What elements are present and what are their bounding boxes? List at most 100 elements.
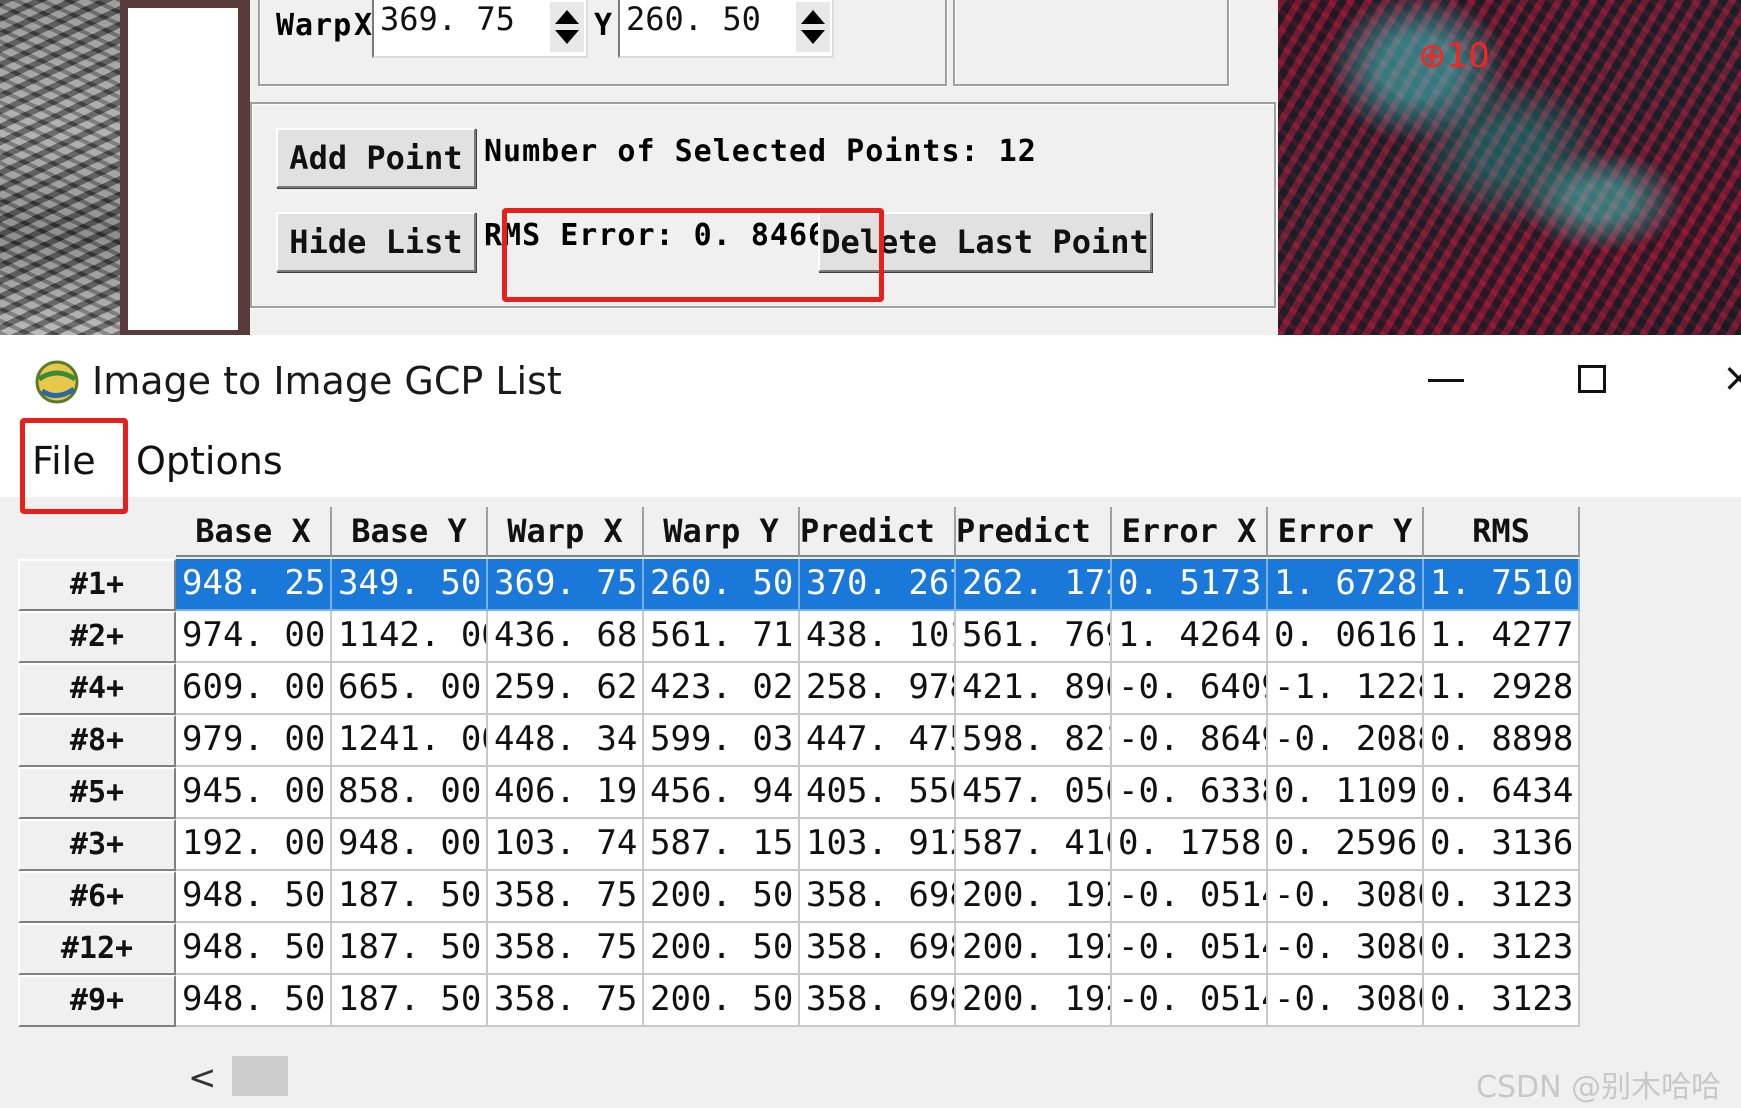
table-cell[interactable]: 358. 6986 — [800, 923, 956, 975]
table-cell[interactable]: 200. 1920 — [956, 871, 1112, 923]
table-cell[interactable]: 200. 50 — [644, 975, 800, 1027]
table-cell[interactable]: 1. 6728 — [1268, 559, 1424, 611]
table-cell[interactable]: -0. 3080 — [1268, 975, 1424, 1027]
row-header[interactable]: #2+ — [18, 611, 176, 663]
table-cell[interactable]: 200. 1920 — [956, 975, 1112, 1027]
table-cell[interactable]: 200. 50 — [644, 923, 800, 975]
table-cell[interactable]: 0. 6434 — [1424, 767, 1580, 819]
row-header[interactable]: #1+ — [18, 559, 176, 611]
table-cell[interactable]: 405. 5562 — [800, 767, 956, 819]
table-cell[interactable]: -0. 3080 — [1268, 871, 1424, 923]
table-cell[interactable]: 598. 8212 — [956, 715, 1112, 767]
table-cell[interactable]: 369. 75 — [488, 559, 644, 611]
table-cell[interactable]: 1. 4264 — [1112, 611, 1268, 663]
table-cell[interactable]: 948. 25 — [176, 559, 332, 611]
column-header[interactable]: Base Y — [332, 507, 488, 557]
table-cell[interactable]: -0. 0514 — [1112, 871, 1268, 923]
table-cell[interactable]: 948. 50 — [176, 923, 332, 975]
table-cell[interactable]: 0. 3123 — [1424, 923, 1580, 975]
table-cell[interactable]: 447. 4751 — [800, 715, 956, 767]
table-cell[interactable]: 948. 00 — [332, 819, 488, 871]
spin-up-icon[interactable] — [555, 10, 579, 24]
table-cell[interactable]: 1. 2928 — [1424, 663, 1580, 715]
spin-up-icon[interactable] — [801, 10, 825, 24]
table-cell[interactable]: 187. 50 — [332, 871, 488, 923]
table-cell[interactable]: 1241. 00 — [332, 715, 488, 767]
table-cell[interactable]: 665. 00 — [332, 663, 488, 715]
table-cell[interactable]: 948. 50 — [176, 871, 332, 923]
hide-list-button[interactable]: Hide List — [276, 212, 476, 272]
table-cell[interactable]: 456. 94 — [644, 767, 800, 819]
table-cell[interactable]: -0. 2088 — [1268, 715, 1424, 767]
row-header[interactable]: #5+ — [18, 767, 176, 819]
row-header[interactable]: #4+ — [18, 663, 176, 715]
spin-down-icon[interactable] — [555, 30, 579, 44]
table-cell[interactable]: 358. 75 — [488, 923, 644, 975]
column-header[interactable]: Predict Y — [956, 507, 1112, 557]
table-cell[interactable]: 1142. 00 — [332, 611, 488, 663]
warp-y-value[interactable]: 260. 50 — [626, 0, 761, 38]
table-cell[interactable]: 1. 4277 — [1424, 611, 1580, 663]
table-cell[interactable]: 260. 50 — [644, 559, 800, 611]
table-cell[interactable]: 0. 5173 — [1112, 559, 1268, 611]
table-cell[interactable]: 103. 9128 — [800, 819, 956, 871]
table-cell[interactable]: 421. 8962 — [956, 663, 1112, 715]
table-cell[interactable]: 103. 74 — [488, 819, 644, 871]
warp-x-spin-arrows[interactable] — [550, 2, 584, 52]
table-cell[interactable]: 358. 6986 — [800, 975, 956, 1027]
column-header[interactable]: Error Y — [1268, 507, 1424, 557]
table-cell[interactable]: 438. 1015 — [800, 611, 956, 663]
table-cell[interactable]: 187. 50 — [332, 975, 488, 1027]
row-header[interactable]: #12+ — [18, 923, 176, 975]
add-point-button[interactable]: Add Point — [276, 128, 476, 188]
table-cell[interactable]: 0. 3123 — [1424, 975, 1580, 1027]
table-cell[interactable]: 0. 1109 — [1268, 767, 1424, 819]
row-header[interactable]: #8+ — [18, 715, 176, 767]
table-cell[interactable]: 187. 50 — [332, 923, 488, 975]
table-cell[interactable]: 349. 50 — [332, 559, 488, 611]
scroll-left-icon[interactable]: < — [188, 1058, 217, 1098]
spin-down-icon[interactable] — [801, 30, 825, 44]
table-cell[interactable]: 259. 62 — [488, 663, 644, 715]
table-cell[interactable]: 561. 7692 — [956, 611, 1112, 663]
table-cell[interactable]: 609. 00 — [176, 663, 332, 715]
warp-x-value[interactable]: 369. 75 — [380, 0, 515, 38]
column-header[interactable]: Base X — [176, 507, 332, 557]
row-header[interactable]: #3+ — [18, 819, 176, 871]
column-header[interactable]: Error X — [1112, 507, 1268, 557]
table-cell[interactable]: 0. 0616 — [1268, 611, 1424, 663]
table-cell[interactable]: 370. 2673 — [800, 559, 956, 611]
warp-y-spin-arrows[interactable] — [796, 2, 830, 52]
table-cell[interactable]: 974. 00 — [176, 611, 332, 663]
table-cell[interactable]: 0. 3123 — [1424, 871, 1580, 923]
table-cell[interactable]: 561. 71 — [644, 611, 800, 663]
table-cell[interactable]: 587. 4103 — [956, 819, 1112, 871]
table-cell[interactable]: 192. 00 — [176, 819, 332, 871]
table-cell[interactable]: 406. 19 — [488, 767, 644, 819]
table-cell[interactable]: 0. 2596 — [1268, 819, 1424, 871]
table-cell[interactable]: 587. 15 — [644, 819, 800, 871]
table-cell[interactable]: 858. 00 — [332, 767, 488, 819]
table-cell[interactable]: 0. 3136 — [1424, 819, 1580, 871]
table-cell[interactable]: 436. 68 — [488, 611, 644, 663]
maximize-icon[interactable] — [1578, 365, 1606, 393]
row-header[interactable]: #6+ — [18, 871, 176, 923]
column-header[interactable]: Warp Y — [644, 507, 800, 557]
close-icon[interactable]: × — [1722, 355, 1741, 401]
table-cell[interactable]: 599. 03 — [644, 715, 800, 767]
table-cell[interactable]: -1. 1228 — [1268, 663, 1424, 715]
table-cell[interactable]: 448. 34 — [488, 715, 644, 767]
column-header[interactable]: Predict X — [800, 507, 956, 557]
table-cell[interactable]: 258. 9786 — [800, 663, 956, 715]
satellite-image-view[interactable]: ⊕10 — [1278, 0, 1741, 335]
menu-options[interactable]: Options — [136, 439, 283, 483]
table-cell[interactable]: -0. 8649 — [1112, 715, 1268, 767]
column-header[interactable]: Warp X — [488, 507, 644, 557]
table-cell[interactable]: 948. 50 — [176, 975, 332, 1027]
row-header[interactable]: #9+ — [18, 975, 176, 1027]
table-cell[interactable]: 262. 1728 — [956, 559, 1112, 611]
table-cell[interactable]: -0. 0514 — [1112, 923, 1268, 975]
table-cell[interactable]: 1. 7510 — [1424, 559, 1580, 611]
table-cell[interactable]: 358. 6986 — [800, 871, 956, 923]
table-cell[interactable]: 423. 02 — [644, 663, 800, 715]
